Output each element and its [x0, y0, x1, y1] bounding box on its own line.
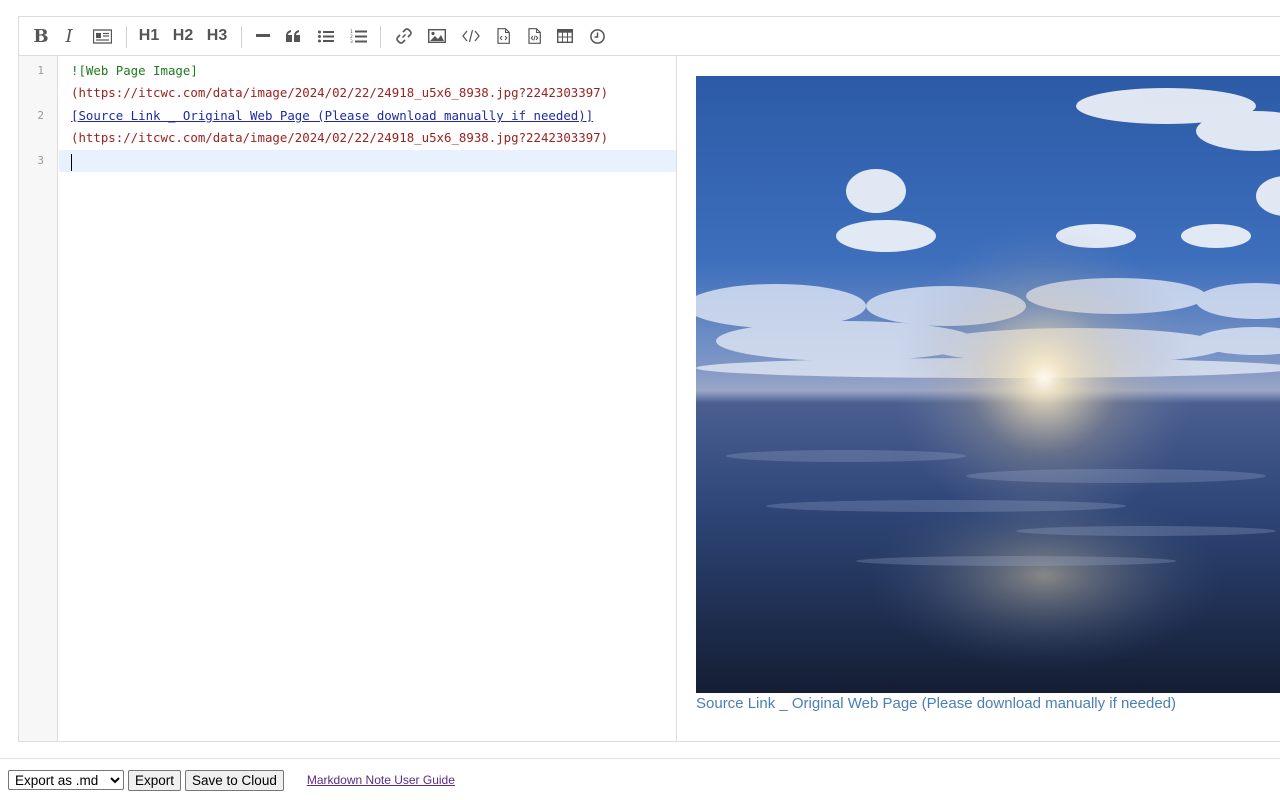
editor-toolbar: B I H1 H2 H3 123 [19, 17, 1280, 56]
code-block-alt-button[interactable] [526, 24, 542, 48]
preview-image [696, 76, 1280, 693]
preview-card-icon [92, 28, 112, 44]
toolbar-separator [380, 26, 381, 48]
numbered-list-button[interactable]: 123 [349, 24, 368, 48]
line-number: 2 [37, 109, 44, 122]
code-button[interactable] [461, 24, 481, 48]
h1-button[interactable]: H1 [137, 24, 161, 48]
italic-button[interactable]: I [61, 24, 77, 48]
code-file-icon [496, 28, 510, 44]
line-number: 1 [37, 64, 44, 77]
quote-button[interactable] [284, 24, 302, 48]
link-text-token: [Source Link _ Original Web Page (Please… [71, 108, 594, 123]
quote-icon [285, 30, 300, 42]
footer-bar: Export as .md Export Save to Cloud Markd… [8, 769, 455, 791]
code-file-alt-icon [527, 28, 541, 44]
horizontal-rule-icon [256, 34, 270, 37]
code-editor[interactable]: ![Web Page Image] (https://itcwc.com/dat… [59, 56, 677, 741]
text-cursor [71, 154, 72, 171]
bulleted-list-button[interactable] [316, 24, 335, 48]
table-button[interactable] [556, 24, 574, 48]
preview-pane: Source Link _ Original Web Page (Please … [677, 56, 1280, 741]
save-to-cloud-button[interactable]: Save to Cloud [185, 769, 284, 791]
export-format-select[interactable]: Export as .md [8, 770, 124, 790]
line-number-gutter: 1 2 3 [19, 56, 58, 741]
bulleted-list-icon [317, 30, 334, 42]
active-line-highlight [59, 150, 677, 172]
line-number: 3 [37, 154, 44, 167]
link-url-token: (https://itcwc.com/data/image/2024/02/22… [71, 130, 609, 145]
image-button[interactable] [427, 24, 447, 48]
toolbar-separator [241, 26, 242, 48]
preview-source-link[interactable]: Source Link _ Original Web Page (Please … [696, 695, 1176, 712]
export-button[interactable]: Export [128, 769, 182, 791]
horizontal-rule-button[interactable] [254, 24, 272, 48]
h2-button[interactable]: H2 [171, 24, 195, 48]
code-block-button[interactable] [495, 24, 511, 48]
numbered-list-icon: 123 [350, 29, 367, 44]
image-alt-token: ![Web Page Image] [71, 63, 198, 78]
toolbar-separator [126, 26, 127, 48]
table-icon [557, 29, 573, 43]
h3-button[interactable]: H3 [205, 24, 229, 48]
timestamp-button[interactable] [589, 24, 606, 48]
footer-divider [0, 758, 1280, 759]
user-guide-link[interactable]: Markdown Note User Guide [307, 773, 455, 787]
svg-text:3: 3 [350, 39, 353, 44]
link-button[interactable] [395, 24, 413, 48]
link-icon [396, 28, 412, 44]
code-icon [462, 30, 480, 42]
clock-icon [590, 28, 605, 44]
bold-button[interactable]: B [31, 24, 51, 48]
preview-card-button[interactable] [92, 24, 112, 48]
image-icon [428, 29, 446, 43]
image-url-token: (https://itcwc.com/data/image/2024/02/22… [71, 85, 609, 100]
markdown-editor: B I H1 H2 H3 123 1 2 3 ![Web Page Image]… [18, 16, 1280, 742]
